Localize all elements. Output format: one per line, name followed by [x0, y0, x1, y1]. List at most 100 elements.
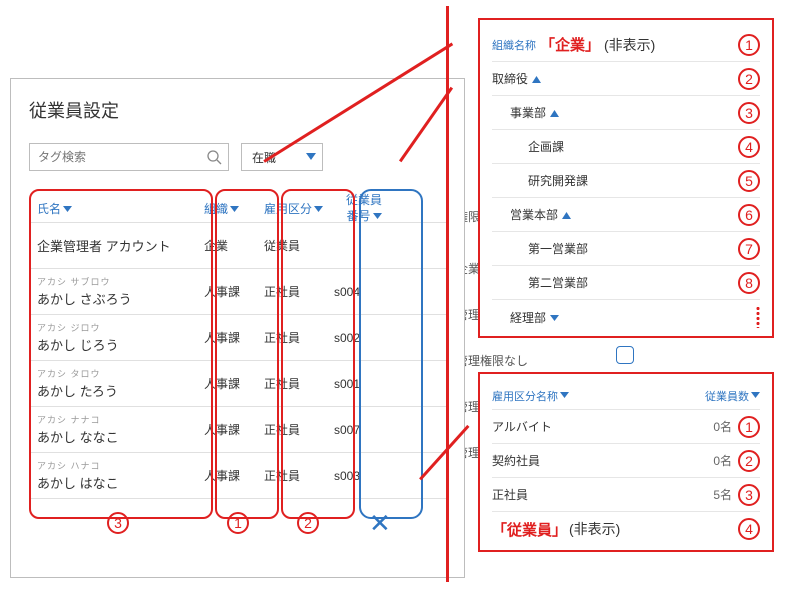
- emp-type-label: アルバイト: [492, 418, 552, 435]
- cell-org: 人事課: [204, 283, 264, 300]
- cell-name: アカシ ナナコあかし ななこ: [29, 413, 204, 446]
- name-kana: アカシ サブロウ: [37, 275, 204, 288]
- tag-search[interactable]: [29, 143, 229, 171]
- annot-circle: 3: [738, 484, 760, 506]
- org-tree-label: 研究開発課: [492, 172, 588, 189]
- org-tree-label: 第一営業部: [492, 240, 588, 257]
- annot-org-hidden-bold: 「企業」: [540, 34, 600, 55]
- table-row[interactable]: アカシ ハナコあかし はなこ人事課正社員s003: [29, 453, 446, 499]
- emp-type-row[interactable]: 正社員 5名 3: [492, 478, 760, 512]
- table-row[interactable]: アカシ ジロウあかし じろう人事課正社員s002: [29, 315, 446, 361]
- annot-circle: 4: [738, 518, 760, 540]
- cell-emp-type: 正社員: [264, 467, 334, 484]
- col-header-org[interactable]: 組織: [204, 200, 264, 217]
- cell-org: 人事課: [204, 467, 264, 484]
- org-tree-label: 事業部: [492, 104, 559, 121]
- table-row[interactable]: 企業管理者 アカウント企業従業員: [29, 223, 446, 269]
- annot-circle-2: 2: [297, 512, 319, 534]
- org-tree-item[interactable]: 取締役2: [492, 62, 760, 96]
- annot-circle: 6: [738, 204, 760, 226]
- name-main: あかし じろう: [37, 335, 204, 354]
- cell-emp-type: 正社員: [264, 421, 334, 438]
- cell-emp-no: s004: [334, 285, 394, 299]
- org-tree-label: 営業本部: [492, 206, 571, 223]
- annot-emp-hidden-note: (非表示): [569, 519, 620, 539]
- org-tree-item[interactable]: 営業本部 6: [492, 198, 760, 232]
- cell-org: 人事課: [204, 329, 264, 346]
- page-title: 従業員設定: [29, 97, 446, 123]
- cell-name: アカシ ハナコあかし はなこ: [29, 459, 204, 492]
- table-row[interactable]: アカシ サブロウあかし さぶろう人事課正社員s004: [29, 269, 446, 315]
- annot-circle: 3: [738, 102, 760, 124]
- org-tree-label: 第二営業部: [492, 274, 588, 291]
- col-header-label: 氏名: [37, 200, 61, 217]
- emp-type-label: 契約社員: [492, 452, 540, 469]
- col-header-name[interactable]: 氏名: [29, 200, 204, 217]
- name-main: あかし はなこ: [37, 473, 204, 492]
- col-header-label: 従業員: [346, 194, 382, 207]
- caret-down-icon: [314, 206, 323, 213]
- name-kana: アカシ ジロウ: [37, 321, 204, 334]
- table-row[interactable]: アカシ タロウあかし たろう人事課正社員s001: [29, 361, 446, 407]
- cell-emp-no: s003: [334, 469, 394, 483]
- annot-circle: 1: [738, 416, 760, 438]
- emp-type-footer: 「従業員」 (非表示) 4: [492, 512, 760, 546]
- caret-up-icon: [562, 211, 571, 222]
- org-tree-item[interactable]: 研究開発課 5: [492, 164, 760, 198]
- cell-emp-type: 従業員: [264, 237, 334, 254]
- emp-type-row[interactable]: 契約社員0名 2: [492, 444, 760, 478]
- annot-circle: 2: [738, 68, 760, 90]
- ghost-text: 管理権限なし: [456, 352, 528, 369]
- cell-name: 企業管理者 アカウント: [29, 236, 204, 255]
- emp-type-label: 正社員: [492, 486, 528, 503]
- name-kana: アカシ ナナコ: [37, 413, 204, 426]
- annot-circle-3: 3: [107, 512, 129, 534]
- close-icon[interactable]: ✕: [369, 508, 391, 539]
- annot-circle: 5: [738, 170, 760, 192]
- org-tree-item[interactable]: 企画課 4: [492, 130, 760, 164]
- emp-type-count: 0名 1: [713, 416, 760, 438]
- name-kana: アカシ ハナコ: [37, 459, 204, 472]
- emp-type-row[interactable]: アルバイト 0名 1: [492, 410, 760, 444]
- org-tree-item[interactable]: 第二営業部 8: [492, 266, 760, 300]
- annot-circle: 1: [738, 34, 760, 56]
- search-input[interactable]: [30, 144, 228, 170]
- emp-type-count: 5名 3: [713, 484, 760, 506]
- name-main: あかし さぶろう: [37, 289, 204, 308]
- col-header-emp-no[interactable]: 従業員 番号: [334, 194, 394, 222]
- col-header-label: 組織: [204, 200, 228, 217]
- ghost-checkbox[interactable]: [616, 346, 634, 364]
- col-header-emp-type-name[interactable]: 雇用区分名称: [492, 388, 569, 404]
- emp-type-panel: 雇用区分名称 従業員数 アルバイト 0名 1 契約社員0名 2 正社員 5名 3 「従業…: [478, 372, 774, 552]
- cell-emp-no: s001: [334, 377, 394, 391]
- table-row[interactable]: アカシ ナナコあかし ななこ人事課正社員s007: [29, 407, 446, 453]
- org-tree-label: 企画課: [492, 138, 564, 155]
- cell-name: アカシ ジロウあかし じろう: [29, 321, 204, 354]
- col-header-emp-count[interactable]: 従業員数: [705, 388, 760, 404]
- annot-circle-1: 1: [227, 512, 249, 534]
- caret-down-icon: [550, 314, 559, 325]
- annot-circle: 4: [738, 136, 760, 158]
- name-main: あかし ななこ: [37, 427, 204, 446]
- col-header-label: 従業員数: [705, 388, 749, 404]
- caret-up-icon: [550, 109, 559, 120]
- col-header-emp-type[interactable]: 雇用区分: [264, 200, 334, 217]
- cell-name: アカシ サブロウあかし さぶろう: [29, 275, 204, 308]
- annot-org-hidden-note: (非表示): [604, 35, 655, 55]
- annot-circle: 8: [738, 272, 760, 294]
- col-header-label: 雇用区分名称: [492, 388, 558, 404]
- org-tree-item[interactable]: 第一営業部7: [492, 232, 760, 266]
- org-tree-item[interactable]: 経理部: [492, 300, 760, 334]
- name-main: あかし たろう: [37, 381, 204, 400]
- table-body: 企業管理者 アカウント企業従業員アカシ サブロウあかし さぶろう人事課正社員s0…: [29, 223, 446, 499]
- vdots-icon: [756, 306, 760, 328]
- org-tree-label: 経理部: [492, 309, 559, 326]
- employee-table: 氏名 組織 雇用区分 従業員 番号 企業管理者 アカウント企業: [29, 195, 446, 499]
- cell-name: アカシ タロウあかし たろう: [29, 367, 204, 400]
- org-tree-item[interactable]: 事業部 3: [492, 96, 760, 130]
- cell-emp-no: s007: [334, 423, 394, 437]
- cell-emp-type: 正社員: [264, 283, 334, 300]
- name-kana: アカシ タロウ: [37, 367, 204, 380]
- cell-emp-type: 正社員: [264, 375, 334, 392]
- org-tree-header[interactable]: 組織名称: [492, 37, 536, 53]
